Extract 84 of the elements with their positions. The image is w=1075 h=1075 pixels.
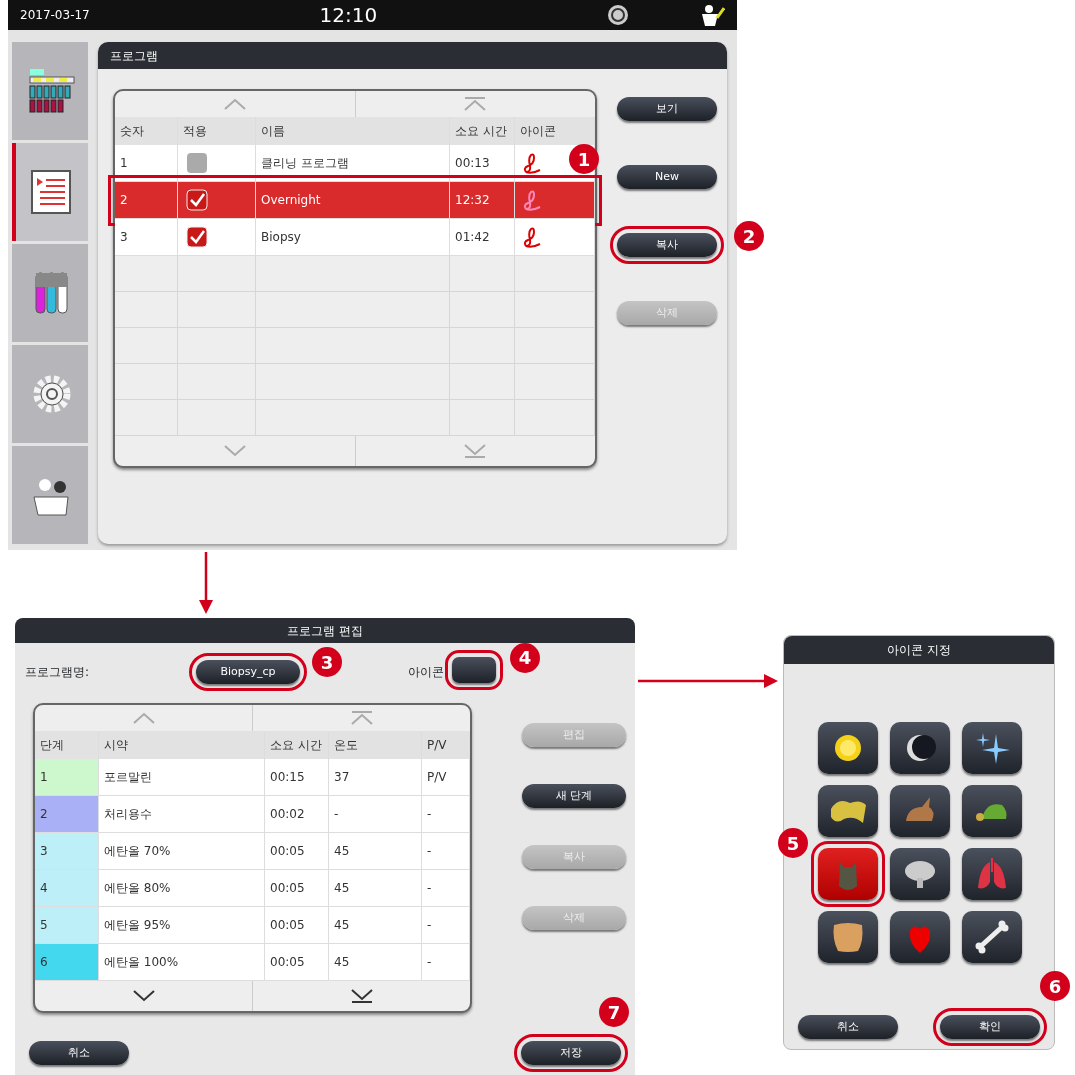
table-cell: 00:05 <box>265 870 329 906</box>
table-cell: 00:15 <box>265 759 329 795</box>
callout-number: 4 <box>510 642 541 673</box>
table-cell: 에탄올 100% <box>99 944 265 980</box>
table-cell: - <box>422 796 470 832</box>
icon-tile-button[interactable] <box>818 722 878 774</box>
icon-tile-button[interactable] <box>890 785 950 837</box>
table-cell: 45 <box>329 907 422 943</box>
cancel-button[interactable]: 취소 <box>798 1015 898 1039</box>
chevron-up-icon <box>131 712 156 724</box>
table-cell: 00:05 <box>265 944 329 980</box>
table-cell: 45 <box>329 870 422 906</box>
step-cell: 4 <box>35 870 99 906</box>
checkbox[interactable] <box>186 152 208 174</box>
arrow <box>199 552 213 614</box>
icon-tile-button[interactable] <box>962 848 1022 900</box>
scroll-top-icon <box>463 97 488 111</box>
sidebar-tab[interactable] <box>12 42 88 140</box>
scroll-bottom-icon <box>349 989 374 1003</box>
table-cell: 12:32 <box>450 182 515 218</box>
icon-tile-button[interactable] <box>962 911 1022 963</box>
action-button[interactable]: 보기 <box>617 97 717 121</box>
action-button[interactable]: New <box>617 165 717 189</box>
table-cell: 에탄올 95% <box>99 907 265 943</box>
dialog-title: 프로그램 편집 <box>287 622 363 640</box>
table-cell: P/V <box>422 759 470 795</box>
table-cell: 45 <box>329 944 422 980</box>
table-cell: - <box>329 796 422 832</box>
step-cell: 2 <box>35 796 99 832</box>
chevron-down-icon <box>222 445 247 457</box>
table-cell: 3 <box>115 219 178 255</box>
user-icon <box>699 4 725 26</box>
step-cell: 1 <box>35 759 99 795</box>
field-label: 프로그램명: <box>25 664 90 681</box>
table-cell: - <box>422 833 470 869</box>
checkbox-checked[interactable] <box>186 189 208 211</box>
table-cell: 처리용수 <box>99 796 265 832</box>
field-label: 아이콘 <box>408 664 445 681</box>
table-cell: 00:05 <box>265 833 329 869</box>
dialog-title: 아이콘 지정 <box>887 642 951 659</box>
table-cell: 00:05 <box>265 907 329 943</box>
badge-icon <box>607 4 629 26</box>
checkbox-checked[interactable] <box>186 226 208 248</box>
clock-time: 12:10 <box>319 2 378 29</box>
icon-tile-button[interactable] <box>890 848 950 900</box>
callout-number: 7 <box>599 997 629 1027</box>
callout-number: 2 <box>734 221 764 251</box>
step-cell: 6 <box>35 944 99 980</box>
bone-icon <box>974 919 1010 955</box>
icon-tile-button[interactable] <box>962 722 1022 774</box>
scroll-top-icon <box>349 711 374 725</box>
table-cell: - <box>422 907 470 943</box>
sidebar-tab[interactable] <box>12 143 88 241</box>
table-cell: Biopsy <box>256 219 450 255</box>
table-cell: 01:42 <box>450 219 515 255</box>
callout-number: 5 <box>778 828 808 858</box>
callout-number: 6 <box>1040 971 1070 1001</box>
table-cell: - <box>422 944 470 980</box>
step-cell: 3 <box>35 833 99 869</box>
date-text: 2017-03-17 <box>20 7 90 24</box>
rack-icon <box>28 67 76 115</box>
step-cell: 5 <box>35 907 99 943</box>
table-cell: 포르말린 <box>99 759 265 795</box>
table-row[interactable]: 3 Biopsy 01:42 <box>115 219 595 256</box>
scroll-bottom-icon <box>463 444 488 458</box>
icon-tile-button[interactable] <box>818 911 878 963</box>
table-cell: Overnight <box>256 182 450 218</box>
chevron-up-icon <box>222 98 247 110</box>
table-cell: 에탄올 80% <box>99 870 265 906</box>
chevron-down-icon <box>131 990 156 1002</box>
panel-title: 프로그램 <box>110 47 158 65</box>
cancel-button[interactable]: 취소 <box>29 1041 129 1065</box>
table-cell: 00:02 <box>265 796 329 832</box>
action-button[interactable]: 새 단계 <box>522 784 626 808</box>
table-cell: 37 <box>329 759 422 795</box>
icon-tile-button[interactable] <box>890 911 950 963</box>
icon-tile-button[interactable] <box>818 785 878 837</box>
table-cell: 2 <box>115 182 178 218</box>
table-cell: 에탄올 70% <box>99 833 265 869</box>
table-cell: 45 <box>329 833 422 869</box>
callout-number: 3 <box>312 647 343 677</box>
icon-tile-button[interactable] <box>890 722 950 774</box>
table-cell: - <box>422 870 470 906</box>
icon-tile-button[interactable] <box>962 785 1022 837</box>
